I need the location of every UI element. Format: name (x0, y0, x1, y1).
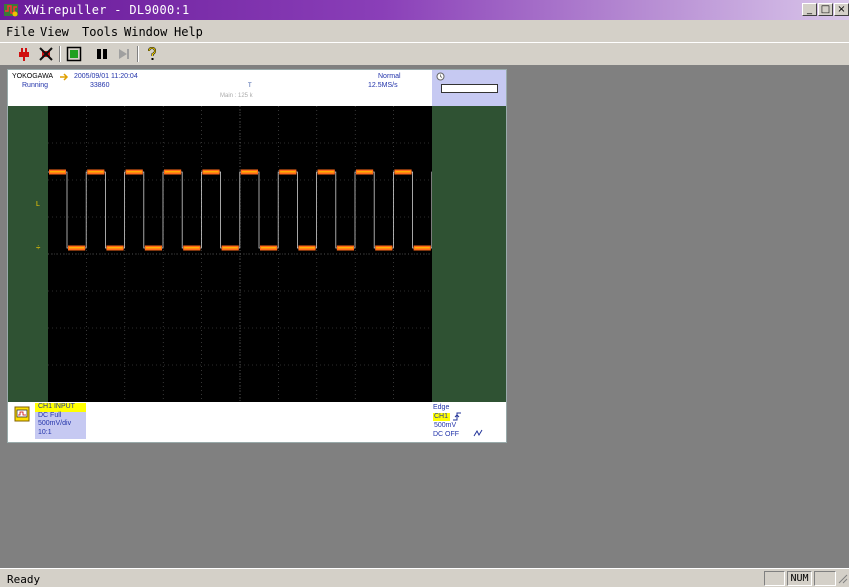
minimize-button[interactable]: _ (802, 3, 817, 16)
waveform-band-core (203, 171, 219, 173)
maximize-icon: □ (820, 4, 831, 15)
window-title: XWirepuller - DL9000:1 (24, 3, 190, 17)
minimize-icon: _ (807, 4, 812, 15)
menu-tools[interactable]: Tools (82, 25, 118, 39)
left-marker-strip: L ÷ (8, 106, 48, 402)
trigger-position-marker: T (248, 83, 252, 89)
waveform-band-core (318, 171, 334, 173)
waveform-band-core (414, 247, 430, 249)
status-text: Ready (7, 573, 41, 586)
waveform-band-core (50, 171, 65, 173)
trigger-source: CH1 (434, 413, 449, 420)
status-bar: Ready NUM (0, 568, 849, 587)
help-icon (148, 46, 157, 60)
waveform-band-core (395, 171, 411, 173)
channel-probe-ratio: 10:1 (38, 429, 52, 436)
toolbar-separator (59, 46, 61, 62)
trigger-mode: Normal (378, 73, 401, 80)
clock-icon (436, 72, 445, 81)
acquisition-count: 33860 (90, 82, 110, 89)
step-button[interactable] (114, 45, 134, 63)
status-panel-num: NUM (787, 571, 812, 586)
trigger-coupling: DC OFF (433, 431, 460, 438)
trigger-level: 500mV (434, 422, 457, 429)
menu-help[interactable]: Help (174, 25, 203, 39)
menu-file[interactable]: File (6, 25, 35, 39)
brand-label: YOKOGAWA (12, 73, 54, 80)
waveform-band-core (337, 247, 353, 249)
status-panel-caps (764, 571, 785, 586)
connect-icon (19, 48, 29, 61)
waveform-band-core (299, 247, 315, 249)
main-points-label: Main : 125 k (220, 93, 253, 99)
acquisition-status: Running (22, 82, 49, 89)
waveform-display[interactable] (48, 106, 432, 402)
pause-button[interactable] (92, 45, 112, 63)
step-icon (119, 49, 129, 59)
channel-setup-icon[interactable] (14, 406, 30, 422)
waveform-band-core (165, 171, 181, 173)
run-button[interactable] (64, 45, 84, 63)
scope-header: YOKOGAWA 2005/09/01 11:20:04 Running 338… (8, 70, 433, 106)
channel-volts-div: 500mV/div (38, 420, 72, 427)
waveform-svg (48, 106, 432, 402)
close-icon: × (837, 4, 846, 15)
waveform-band-core (69, 247, 85, 249)
timebase-label: 1ms/div (394, 93, 419, 100)
menu-bar: File View Tools Window Help (0, 22, 849, 42)
status-panel-scroll (814, 571, 836, 586)
channel-info-bar: CH1 INPUT DC Full 500mV/div 10:1 Edge CH… (8, 402, 506, 442)
sample-rate: 12.5MS/s (368, 82, 398, 89)
waveform-band-core (88, 171, 104, 173)
side-info-panel (432, 70, 506, 106)
toolbar (0, 42, 849, 66)
disconnect-button[interactable] (36, 45, 56, 63)
right-side-strip (432, 106, 506, 402)
close-button[interactable]: × (834, 3, 849, 16)
pause-icon (97, 49, 107, 59)
rising-edge-icon (453, 412, 461, 421)
ground-level-marker: ÷ (36, 243, 41, 252)
maximize-button[interactable]: □ (818, 3, 833, 16)
arrow-right-icon (60, 73, 69, 81)
waveform-band-core (184, 247, 200, 249)
hf-reject-icon (473, 429, 483, 437)
trigger-type: Edge (433, 404, 450, 411)
waveform-edges (48, 171, 432, 249)
waveform-band-core (280, 171, 296, 173)
waveform-band-core (126, 171, 142, 173)
menu-view[interactable]: View (40, 25, 69, 39)
title-bar: XWirepuller - DL9000:1 _ □ × (0, 0, 849, 20)
disconnect-icon (39, 47, 53, 61)
menu-window[interactable]: Window (124, 25, 167, 39)
waveform-band-core (376, 247, 392, 249)
waveform-band-core (145, 247, 161, 249)
trigger-level-marker: L (36, 201, 40, 208)
waveform-band-core (107, 247, 123, 249)
channel-label: CH1 INPUT (38, 403, 75, 410)
app-icon (4, 4, 18, 17)
waveform-band-core (222, 247, 238, 249)
waveform-band-core (357, 171, 373, 173)
channel-coupling: DC Full (38, 412, 62, 419)
datetime-label: 2005/09/01 11:20:04 (74, 73, 138, 80)
toolbar-separator (137, 46, 139, 62)
run-icon (66, 46, 82, 62)
waveform-band-core (241, 171, 257, 173)
waveform-band-core (261, 247, 277, 249)
resize-grip-icon[interactable] (837, 573, 848, 585)
help-button[interactable] (142, 45, 162, 63)
side-value-box[interactable] (441, 84, 498, 93)
scope-window[interactable]: YOKOGAWA 2005/09/01 11:20:04 Running 338… (7, 69, 507, 443)
connect-button[interactable] (14, 45, 34, 63)
